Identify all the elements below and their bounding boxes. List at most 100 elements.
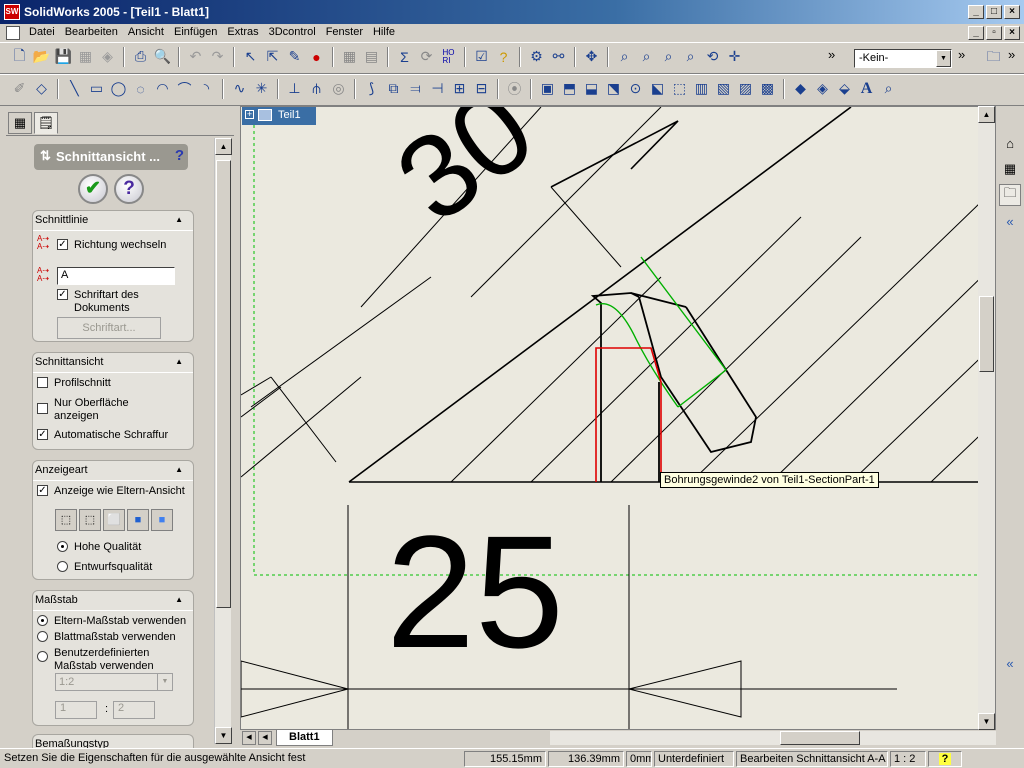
document-icon[interactable] (6, 26, 20, 40)
benutzer-massstab-radio[interactable] (37, 651, 48, 662)
blatt-massstab-row[interactable]: Blattmaßstab verwenden (37, 631, 176, 643)
redo-icon[interactable]: ↷ (208, 47, 227, 66)
save-all-icon[interactable]: ▦ (76, 47, 95, 66)
collapse-icon[interactable]: ▲ (175, 465, 183, 474)
line-icon[interactable]: ╲ (65, 79, 84, 98)
status-help-icon[interactable]: ? (928, 751, 962, 767)
relative-view-icon[interactable]: ▧ (714, 79, 733, 98)
print-preview-icon[interactable]: 🔍 (153, 47, 172, 66)
auto-schraffur-row[interactable]: ✓ Automatische Schraffur (37, 429, 168, 441)
collapse-icon[interactable]: ▲ (175, 595, 183, 604)
schriftart-button[interactable]: Schriftart... (57, 317, 161, 339)
toolbar-overflow-icon[interactable]: » (958, 47, 965, 62)
hori-icon[interactable]: HO RI (439, 47, 458, 66)
schriftart-doc-checkbox[interactable]: ✓ (57, 289, 68, 300)
toolbar-overflow-icon[interactable]: » (1008, 47, 1015, 62)
predefined-view-icon[interactable]: ▨ (736, 79, 755, 98)
benutzer-massstab-row[interactable]: Benutzerdefinierten Maßstab verwenden (37, 647, 177, 673)
help-icon[interactable]: ? (175, 147, 184, 164)
scroll-down-icon[interactable]: ▼ (215, 727, 232, 744)
projected-view-icon[interactable]: ⬒ (560, 79, 579, 98)
scale-dropdown[interactable]: 1:2 ▼ (55, 673, 173, 691)
menu-extras[interactable]: Extras (222, 26, 263, 38)
centerline-icon[interactable]: ⊥ (285, 79, 304, 98)
minimize-button[interactable]: _ (968, 5, 984, 19)
mirror-icon[interactable]: ⫛ (307, 79, 326, 98)
section-label-input[interactable]: A (57, 267, 175, 285)
toolbar-overflow-icon[interactable]: » (828, 47, 835, 62)
hidden-lines-removed-icon[interactable]: ⬜ (103, 509, 125, 531)
select-icon[interactable]: ↖ (241, 47, 260, 66)
menu-bearbeiten[interactable]: Bearbeiten (60, 26, 123, 38)
entwurf-row[interactable]: Entwurfsqualität (57, 561, 152, 573)
zoom-area-icon[interactable]: ⌕ (637, 47, 656, 66)
hohe-qualitaet-row[interactable]: Hohe Qualität (57, 541, 141, 553)
search-icon[interactable]: ⌕ (879, 79, 898, 98)
collapse-pane-icon[interactable]: « (999, 210, 1021, 232)
rectangle-icon[interactable]: ▭ (87, 79, 106, 98)
split-icon[interactable]: ⊞ (450, 79, 469, 98)
open-icon[interactable]: 📂 (32, 47, 51, 66)
broken-view-icon[interactable]: ⬕ (648, 79, 667, 98)
scale-denominator-input[interactable]: 2 (113, 701, 155, 719)
shaded-edges-icon[interactable]: ■ (127, 509, 149, 531)
ok-button[interactable]: ✔ (78, 174, 108, 204)
sum-icon[interactable]: Σ (395, 47, 414, 66)
maximize-button[interactable]: □ (986, 5, 1002, 19)
expand-icon[interactable]: + (245, 110, 254, 119)
scroll-down-icon[interactable]: ▼ (978, 713, 995, 730)
home-icon[interactable]: ⌂ (999, 132, 1021, 154)
tab-property-manager[interactable]: 🗒 (34, 112, 58, 134)
wireframe-icon[interactable]: ⬚ (55, 509, 77, 531)
move-icon[interactable]: ✛ (725, 47, 744, 66)
print-icon[interactable]: ⎙ (131, 47, 150, 66)
profilschnitt-checkbox[interactable] (37, 377, 48, 388)
zoom-in-out-icon[interactable]: ⌕ (659, 47, 678, 66)
menu-datei[interactable]: Datei (24, 26, 60, 38)
profilschnitt-row[interactable]: Profilschnitt (37, 377, 111, 389)
group-header[interactable]: Anzeigeart ▲ (33, 461, 193, 481)
menu-3dcontrol[interactable]: 3Dcontrol (264, 26, 321, 38)
group-header[interactable]: Schnittlinie ▲ (33, 211, 193, 231)
three-point-arc-icon[interactable]: ⌒ (175, 79, 194, 98)
eltern-massstab-row[interactable]: Eltern-Maßstab verwenden (37, 615, 186, 627)
text-icon[interactable]: A (857, 79, 876, 98)
chevron-down-icon[interactable]: ▼ (936, 50, 951, 67)
help-bubble-icon[interactable]: ? (494, 47, 513, 66)
sketch-icon[interactable]: ✎ (285, 47, 304, 66)
link-icon[interactable]: ⚯ (549, 47, 568, 66)
spline-icon[interactable]: ∿ (230, 79, 249, 98)
note-icon[interactable]: ◈ (813, 79, 832, 98)
alternate-view-icon[interactable]: ▥ (692, 79, 711, 98)
richtung-wechseln-checkbox[interactable]: ✓ (57, 239, 68, 250)
select-other-icon[interactable]: ⇱ (263, 47, 282, 66)
save-icon[interactable]: 💾 (54, 47, 73, 66)
point-icon[interactable]: ✳ (252, 79, 271, 98)
scroll-up-icon[interactable]: ▲ (215, 138, 232, 155)
doc-minimize-button[interactable]: _ (968, 26, 984, 40)
library-icon[interactable]: ▦ (999, 158, 1021, 180)
entwurf-radio[interactable] (57, 561, 68, 572)
centerpoint-arc-icon[interactable]: ◝ (197, 79, 216, 98)
nur-oberflaeche-row[interactable]: Nur Oberfläche anzeigen (37, 397, 167, 423)
eltern-massstab-radio[interactable] (37, 615, 48, 626)
offset-icon[interactable]: ⧉ (384, 79, 403, 98)
extend-icon[interactable]: ⊣ (428, 79, 447, 98)
scroll-thumb[interactable] (780, 731, 860, 745)
crop-view-icon[interactable]: ⬚ (670, 79, 689, 98)
scroll-thumb[interactable] (216, 160, 231, 608)
properties-icon[interactable]: ◈ (98, 47, 117, 66)
prev-sheet-icon[interactable]: ◀ (258, 731, 272, 745)
annotation-icon[interactable]: ◆ (791, 79, 810, 98)
doc-restore-button[interactable]: ▫ (986, 26, 1002, 40)
schriftart-doc-row[interactable]: ✓ Schriftart des Dokuments (57, 289, 187, 315)
auxiliary-view-icon[interactable]: ⬓ (582, 79, 601, 98)
dimension-25-text[interactable]: 25 (386, 502, 564, 681)
hohe-qualitaet-radio[interactable] (57, 541, 68, 552)
panel-scrollbar[interactable]: ▲ ▼ (214, 138, 232, 744)
sketch-edit-icon[interactable]: ✐ (10, 79, 29, 98)
arc-icon[interactable]: ◌ (131, 79, 150, 98)
canvas-horizontal-scrollbar[interactable] (550, 731, 996, 745)
tab-feature-tree[interactable]: ▦ (8, 112, 32, 134)
circle-icon[interactable]: ◯ (109, 79, 128, 98)
